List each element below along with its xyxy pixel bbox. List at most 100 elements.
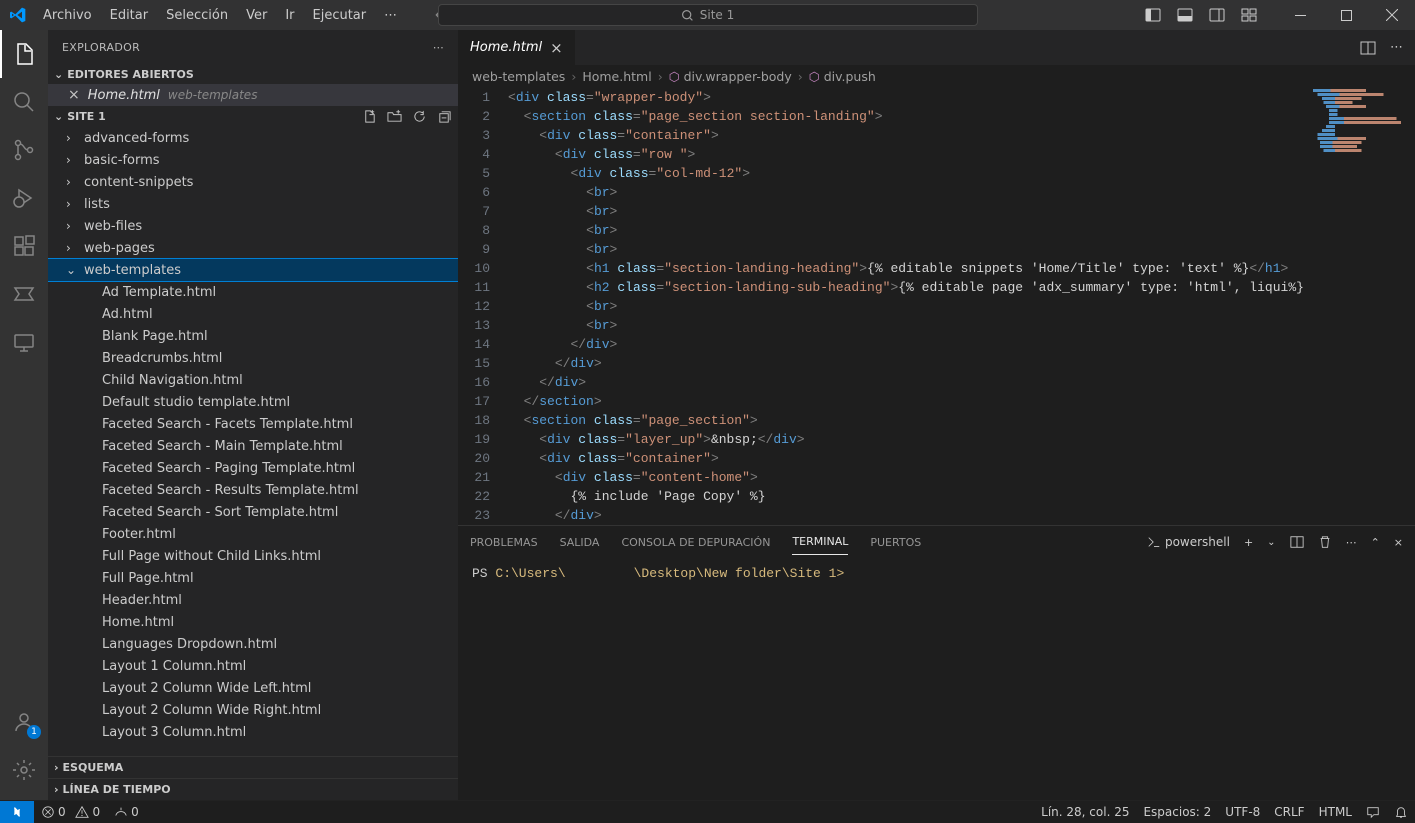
customize-layout-icon[interactable] bbox=[1241, 7, 1257, 23]
menu-ver[interactable]: Ver bbox=[238, 4, 275, 27]
toggle-panel-right-icon[interactable] bbox=[1209, 7, 1225, 23]
outline-header[interactable]: ›ESQUEMA bbox=[48, 756, 458, 778]
tree-file[interactable]: Faceted Search - Sort Template.html bbox=[48, 501, 458, 523]
tab-home-html[interactable]: Home.html × bbox=[458, 30, 576, 65]
activity-extensions-icon[interactable] bbox=[0, 222, 48, 270]
breadcrumb-symbol[interactable]: ⬡div.wrapper-body bbox=[669, 69, 792, 84]
activity-remote-icon[interactable] bbox=[0, 318, 48, 366]
tree-file[interactable]: Languages Dropdown.html bbox=[48, 633, 458, 655]
tree-file[interactable]: Faceted Search - Facets Template.html bbox=[48, 413, 458, 435]
status-eol[interactable]: CRLF bbox=[1267, 805, 1311, 819]
close-icon[interactable]: × bbox=[550, 39, 563, 57]
chevron-down-icon[interactable]: ⌄ bbox=[1267, 537, 1275, 548]
activity-accounts-icon[interactable]: 1 bbox=[0, 698, 48, 746]
tree-file[interactable]: Default studio template.html bbox=[48, 391, 458, 413]
refresh-icon[interactable] bbox=[412, 109, 427, 124]
toggle-panel-left-icon[interactable] bbox=[1145, 7, 1161, 23]
new-file-icon[interactable] bbox=[362, 109, 377, 124]
tree-folder[interactable]: ⌄web-templates bbox=[48, 259, 458, 281]
tree-file[interactable]: Breadcrumbs.html bbox=[48, 347, 458, 369]
status-encoding[interactable]: UTF-8 bbox=[1218, 805, 1267, 819]
panel-close-icon[interactable]: × bbox=[1394, 536, 1403, 549]
open-editor-item[interactable]: × Home.html web-templates bbox=[48, 84, 458, 106]
tree-file[interactable]: Full Page.html bbox=[48, 567, 458, 589]
terminal-new-icon[interactable]: + bbox=[1244, 536, 1253, 549]
tree-folder[interactable]: ›basic-forms bbox=[48, 149, 458, 171]
panel-maximize-icon[interactable]: ⌃ bbox=[1371, 536, 1380, 549]
terminal-shell-label[interactable]: powershell bbox=[1147, 535, 1230, 549]
tree-file[interactable]: Blank Page.html bbox=[48, 325, 458, 347]
status-notifications-icon[interactable] bbox=[1387, 805, 1415, 819]
status-spaces[interactable]: Espacios: 2 bbox=[1136, 805, 1218, 819]
menu-overflow-icon[interactable]: ⋯ bbox=[376, 4, 405, 27]
panel-tab-problemas[interactable]: PROBLEMAS bbox=[470, 530, 538, 555]
tree-folder[interactable]: ›web-files bbox=[48, 215, 458, 237]
project-header[interactable]: ⌄ SITE 1 bbox=[48, 106, 458, 127]
menu-editar[interactable]: Editar bbox=[102, 4, 157, 27]
breadcrumb[interactable]: web-templates› Home.html› ⬡div.wrapper-b… bbox=[458, 65, 1415, 87]
minimap[interactable] bbox=[1313, 89, 1401, 159]
panel-tab-salida[interactable]: SALIDA bbox=[560, 530, 600, 555]
new-folder-icon[interactable] bbox=[387, 109, 402, 124]
code-content[interactable]: <div class="wrapper-body"> <section clas… bbox=[508, 87, 1415, 525]
activity-debug-icon[interactable] bbox=[0, 174, 48, 222]
panel-tab-terminal[interactable]: TERMINAL bbox=[792, 529, 848, 555]
tree-file[interactable]: Faceted Search - Results Template.html bbox=[48, 479, 458, 501]
tree-file[interactable]: Ad.html bbox=[48, 303, 458, 325]
tree-file[interactable]: Layout 3 Column.html bbox=[48, 721, 458, 743]
explorer-more-icon[interactable]: ⋯ bbox=[433, 41, 444, 54]
menu-archivo[interactable]: Archivo bbox=[35, 4, 100, 27]
open-editors-header[interactable]: ⌄ EDITORES ABIERTOS bbox=[48, 65, 458, 84]
tree-file[interactable]: Faceted Search - Paging Template.html bbox=[48, 457, 458, 479]
tree-file[interactable]: Layout 1 Column.html bbox=[48, 655, 458, 677]
status-errors[interactable]: 0 0 bbox=[34, 805, 107, 819]
terminal-kill-icon[interactable] bbox=[1318, 535, 1332, 549]
editor-body[interactable]: 123456789101112131415161718192021222324 … bbox=[458, 87, 1415, 525]
activity-source-control-icon[interactable] bbox=[0, 126, 48, 174]
tree-folder[interactable]: ›web-pages bbox=[48, 237, 458, 259]
close-icon[interactable]: × bbox=[68, 87, 80, 103]
tree-folder[interactable]: ›lists bbox=[48, 193, 458, 215]
menu-ejecutar[interactable]: Ejecutar bbox=[305, 4, 375, 27]
collapse-all-icon[interactable] bbox=[437, 109, 452, 124]
breadcrumb-file[interactable]: Home.html bbox=[582, 69, 651, 84]
tree-folder[interactable]: ›content-snippets bbox=[48, 171, 458, 193]
terminal-split-icon[interactable] bbox=[1290, 535, 1304, 549]
menu-seleccion[interactable]: Selección bbox=[158, 4, 236, 27]
panel-tab-consola[interactable]: CONSOLA DE DEPURACIÓN bbox=[621, 530, 770, 555]
terminal-more-icon[interactable]: ⋯ bbox=[1346, 536, 1357, 549]
status-cursor-pos[interactable]: Lín. 28, col. 25 bbox=[1034, 805, 1136, 819]
tree-file[interactable]: Layout 2 Column Wide Left.html bbox=[48, 677, 458, 699]
tree-folder[interactable]: ›advanced-forms bbox=[48, 127, 458, 149]
tree-file[interactable]: Child Navigation.html bbox=[48, 369, 458, 391]
status-lang[interactable]: HTML bbox=[1312, 805, 1359, 819]
tree-file[interactable]: Ad Template.html bbox=[48, 281, 458, 303]
tree-file[interactable]: Header.html bbox=[48, 589, 458, 611]
terminal-body[interactable]: PS C:\Users\\Desktop\New folder\Site 1> bbox=[458, 558, 1415, 800]
activity-powerpages-icon[interactable] bbox=[0, 270, 48, 318]
breadcrumb-folder[interactable]: web-templates bbox=[472, 69, 565, 84]
timeline-header[interactable]: ›LÍNEA DE TIEMPO bbox=[48, 778, 458, 800]
split-editor-icon[interactable] bbox=[1360, 40, 1376, 56]
breadcrumb-symbol[interactable]: ⬡div.push bbox=[809, 69, 876, 84]
tree-file[interactable]: Home.html bbox=[48, 611, 458, 633]
tree-file[interactable]: Layout 2 Column Wide Right.html bbox=[48, 699, 458, 721]
window-minimize-icon[interactable] bbox=[1277, 0, 1323, 30]
status-ports[interactable]: 0 bbox=[107, 805, 146, 819]
window-maximize-icon[interactable] bbox=[1323, 0, 1369, 30]
toggle-panel-bottom-icon[interactable] bbox=[1177, 7, 1193, 23]
remote-indicator-icon[interactable] bbox=[0, 801, 34, 823]
editor-more-icon[interactable]: ⋯ bbox=[1390, 40, 1403, 55]
file-label: Faceted Search - Facets Template.html bbox=[102, 417, 353, 432]
command-center-search[interactable]: Site 1 bbox=[438, 4, 978, 26]
activity-settings-icon[interactable] bbox=[0, 746, 48, 794]
window-close-icon[interactable] bbox=[1369, 0, 1415, 30]
status-feedback-icon[interactable] bbox=[1359, 805, 1387, 819]
tree-file[interactable]: Footer.html bbox=[48, 523, 458, 545]
tree-file[interactable]: Full Page without Child Links.html bbox=[48, 545, 458, 567]
activity-search-icon[interactable] bbox=[0, 78, 48, 126]
activity-explorer-icon[interactable] bbox=[0, 30, 48, 78]
menu-ir[interactable]: Ir bbox=[277, 4, 302, 27]
panel-tab-puertos[interactable]: PUERTOS bbox=[870, 530, 921, 555]
tree-file[interactable]: Faceted Search - Main Template.html bbox=[48, 435, 458, 457]
